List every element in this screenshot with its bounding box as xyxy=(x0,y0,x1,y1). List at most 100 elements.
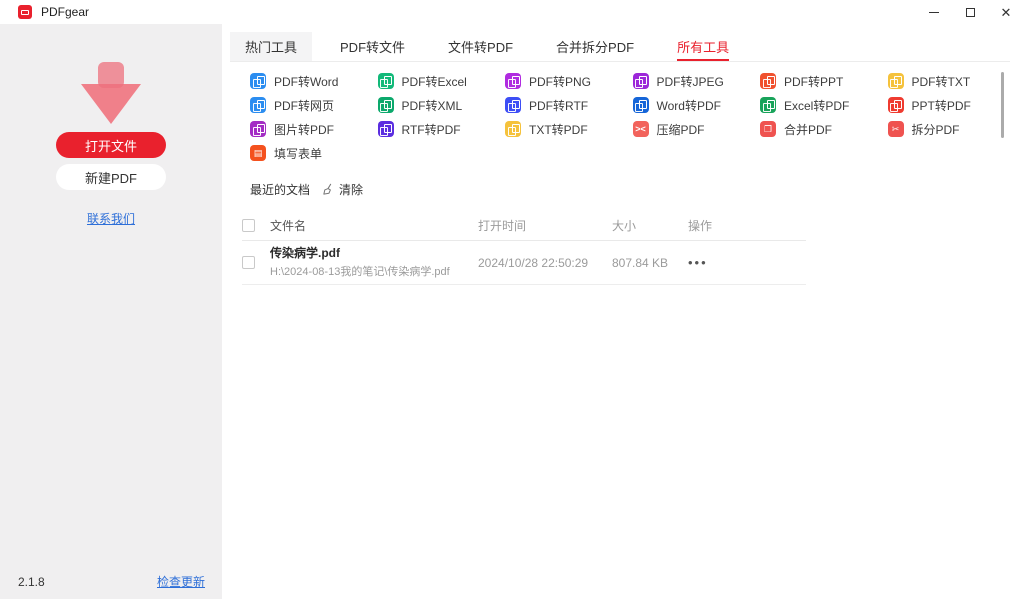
tab-item[interactable]: PDF转文件 xyxy=(325,32,420,61)
tool-item[interactable]: PDF转Excel xyxy=(378,73,506,90)
tool-item[interactable]: Word转PDF xyxy=(633,97,761,114)
main-content: 热门工具 PDF转文件 文件转PDF 合并拆分PDF 所有工具 PDF转Word xyxy=(222,24,1024,599)
tool-label: 压缩PDF xyxy=(657,121,705,138)
column-opened-time: 打开时间 xyxy=(478,217,612,234)
open-file-button[interactable]: 打开文件 xyxy=(56,132,166,158)
clear-label: 清除 xyxy=(339,181,363,198)
minimize-icon xyxy=(929,12,939,13)
tool-icon: ❐ xyxy=(760,121,776,137)
new-pdf-button[interactable]: 新建PDF xyxy=(56,164,166,190)
tool-item[interactable]: 图片转PDF xyxy=(250,121,378,138)
tab-label: 所有工具 xyxy=(677,37,729,56)
recent-documents-header: 最近的文档 清除 xyxy=(250,181,363,198)
opened-time: 2024/10/28 22:50:29 xyxy=(478,256,612,270)
tabs-divider xyxy=(230,61,1010,62)
pages-glyph-icon xyxy=(380,100,391,111)
tool-item[interactable]: ✂ 拆分PDF xyxy=(888,121,1016,138)
tool-glyph-icon: >< xyxy=(635,125,646,134)
tool-item[interactable]: PDF转RTF xyxy=(505,97,633,114)
sidebar: 打开文件 新建PDF 联系我们 2.1.8 检查更新 xyxy=(0,24,222,599)
contact-us-link[interactable]: 联系我们 xyxy=(87,212,135,226)
select-row-checkbox[interactable] xyxy=(242,256,255,269)
select-all-checkbox[interactable] xyxy=(242,219,255,232)
version-label: 2.1.8 xyxy=(18,575,45,589)
tool-label: PDF转XML xyxy=(402,97,463,114)
pages-glyph-icon xyxy=(253,76,264,87)
tool-item[interactable]: PDF转XML xyxy=(378,97,506,114)
tool-label: PDF转Word xyxy=(274,73,338,90)
tool-item[interactable]: PPT转PDF xyxy=(888,97,1016,114)
tool-item[interactable]: PDF转JPEG xyxy=(633,73,761,90)
tool-item[interactable]: PDF转网页 xyxy=(250,97,378,114)
tool-icon xyxy=(505,73,521,89)
tool-item[interactable]: PDF转PPT xyxy=(760,73,888,90)
download-arrow-icon xyxy=(66,62,156,130)
pages-glyph-icon xyxy=(508,76,519,87)
tool-icon xyxy=(250,73,266,89)
table-header-row: 文件名 打开时间 大小 操作 xyxy=(242,210,806,241)
broom-icon xyxy=(322,183,335,196)
tool-label: 填写表单 xyxy=(274,145,322,162)
column-filename: 文件名 xyxy=(270,217,478,234)
tool-item[interactable]: ▤ 填写表单 xyxy=(250,145,378,162)
tool-icon xyxy=(378,73,394,89)
tab-label: PDF转文件 xyxy=(340,37,405,56)
tool-label: PDF转PPT xyxy=(784,73,843,90)
tool-label: 合并PDF xyxy=(784,121,832,138)
column-actions: 操作 xyxy=(688,217,748,234)
minimize-button[interactable] xyxy=(916,0,952,24)
tool-item[interactable]: PDF转Word xyxy=(250,73,378,90)
pages-glyph-icon xyxy=(380,76,391,87)
tool-label: Excel转PDF xyxy=(784,97,849,114)
tool-item[interactable]: >< 压缩PDF xyxy=(633,121,761,138)
tab-item[interactable]: 文件转PDF xyxy=(433,32,528,61)
pages-glyph-icon xyxy=(380,124,391,135)
tool-label: PDF转RTF xyxy=(529,97,588,114)
tool-glyph-icon: ❐ xyxy=(764,125,772,134)
tab-label: 热门工具 xyxy=(245,37,297,56)
tool-label: PDF转JPEG xyxy=(657,73,724,90)
tab-item[interactable]: 合并拆分PDF xyxy=(541,32,649,61)
maximize-button[interactable] xyxy=(952,0,988,24)
tool-glyph-icon: ▤ xyxy=(254,149,263,158)
table-row[interactable]: 传染病学.pdf H:\2024-08-13我的笔记\传染病学.pdf 2024… xyxy=(242,241,806,285)
tool-label: PDF转网页 xyxy=(274,97,334,114)
close-icon: ✕ xyxy=(1001,6,1012,19)
tool-icon: ✂ xyxy=(888,121,904,137)
pages-glyph-icon xyxy=(635,100,646,111)
app-title: PDFgear xyxy=(41,5,89,19)
file-size: 807.84 KB xyxy=(612,256,688,270)
pages-glyph-icon xyxy=(890,100,901,111)
tool-label: PDF转PNG xyxy=(529,73,591,90)
tab-label: 文件转PDF xyxy=(448,37,513,56)
pages-glyph-icon xyxy=(890,76,901,87)
vertical-scrollbar[interactable] xyxy=(1001,72,1004,138)
tool-label: TXT转PDF xyxy=(529,121,588,138)
check-update-link[interactable]: 检查更新 xyxy=(157,573,205,590)
pages-glyph-icon xyxy=(508,100,519,111)
window-controls: ✕ xyxy=(916,0,1024,24)
tool-icon xyxy=(760,73,776,89)
clear-recent-button[interactable]: 清除 xyxy=(322,181,363,198)
tool-icon xyxy=(633,97,649,113)
tool-item[interactable]: TXT转PDF xyxy=(505,121,633,138)
more-actions-button[interactable]: ••• xyxy=(688,255,708,270)
close-button[interactable]: ✕ xyxy=(988,0,1024,24)
pages-glyph-icon xyxy=(508,124,519,135)
tool-item[interactable]: PDF转TXT xyxy=(888,73,1016,90)
tool-item[interactable]: PDF转PNG xyxy=(505,73,633,90)
tool-label: RTF转PDF xyxy=(402,121,461,138)
tool-item[interactable]: RTF转PDF xyxy=(378,121,506,138)
tool-item[interactable]: Excel转PDF xyxy=(760,97,888,114)
tab-item[interactable]: 热门工具 xyxy=(230,32,312,61)
tool-icon xyxy=(505,121,521,137)
tab-item[interactable]: 所有工具 xyxy=(662,32,744,61)
tab-bar: 热门工具 PDF转文件 文件转PDF 合并拆分PDF 所有工具 xyxy=(230,32,757,61)
tool-icon xyxy=(250,121,266,137)
tool-icon xyxy=(250,97,266,113)
tool-label: 图片转PDF xyxy=(274,121,334,138)
tool-item[interactable]: ❐ 合并PDF xyxy=(760,121,888,138)
app-logo-icon xyxy=(18,5,32,19)
file-name: 传染病学.pdf xyxy=(270,246,478,262)
table-body: 传染病学.pdf H:\2024-08-13我的笔记\传染病学.pdf 2024… xyxy=(242,241,806,285)
